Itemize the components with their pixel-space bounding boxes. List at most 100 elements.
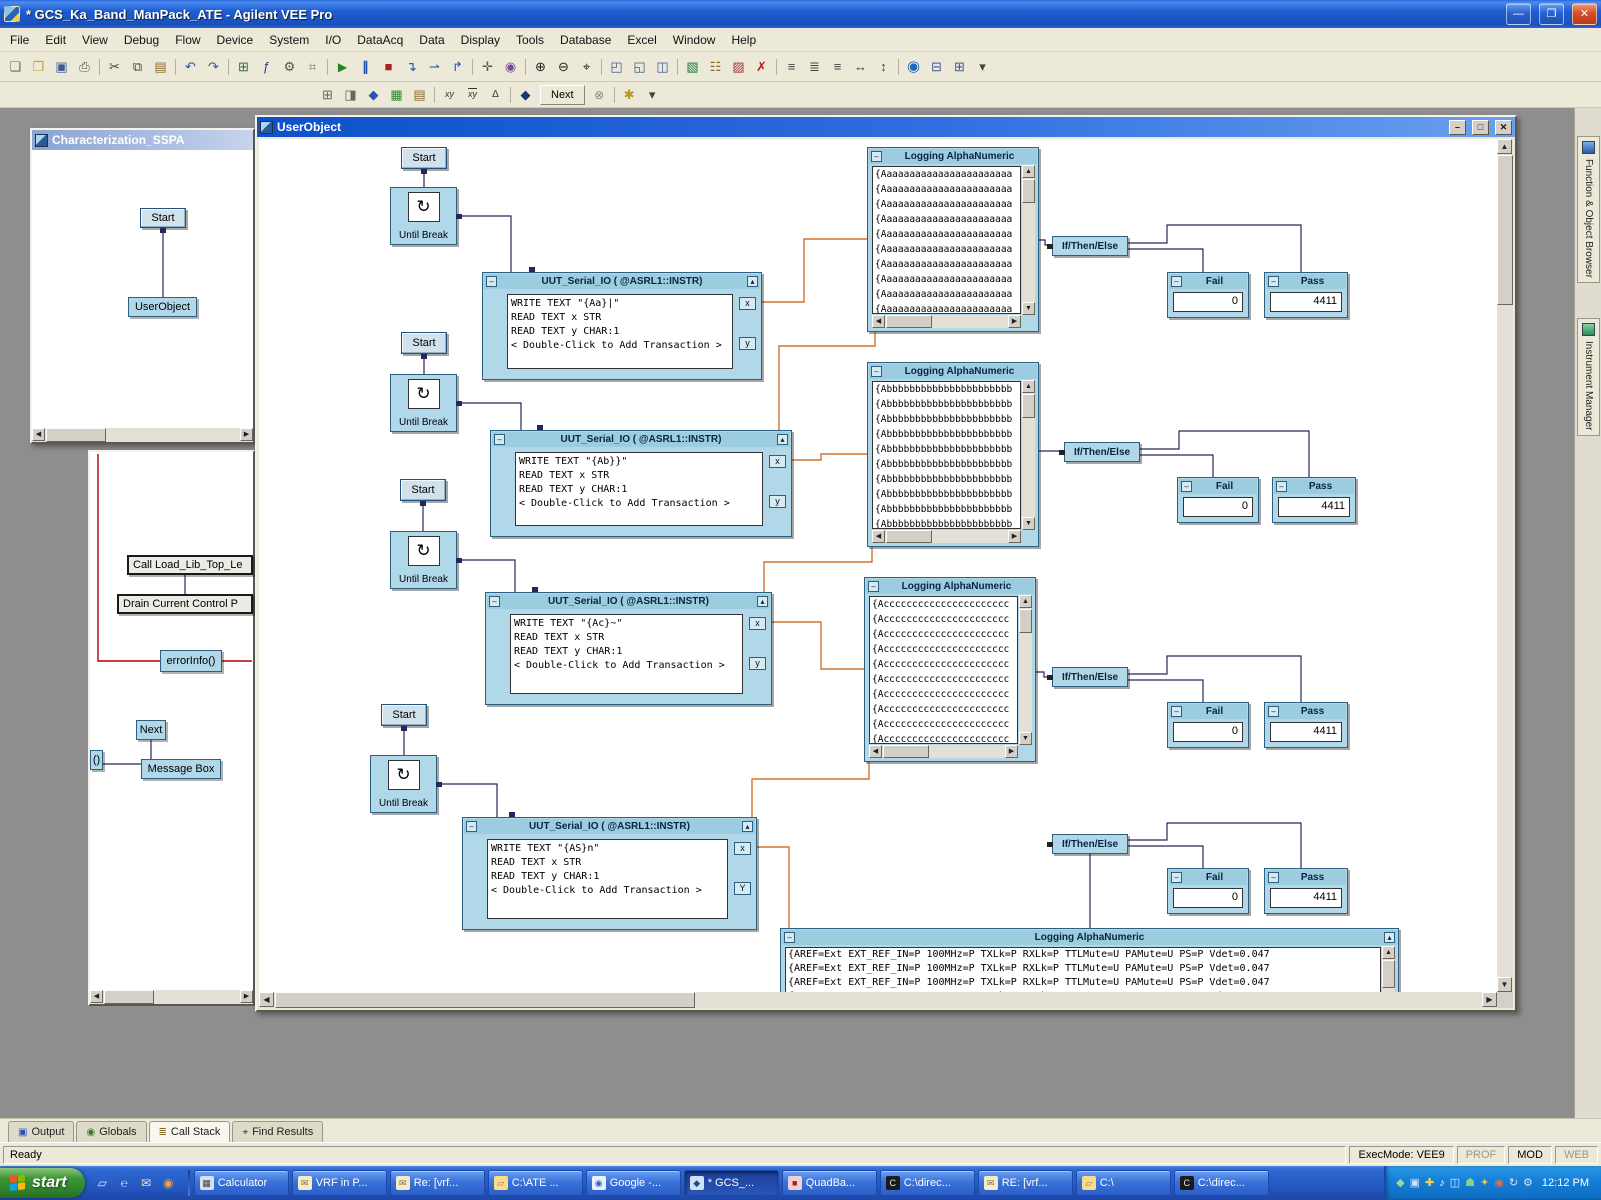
menu-item[interactable]: Excel [619,30,664,50]
display-settings-icon[interactable]: ▣ [1410,1178,1420,1189]
object-titlebar[interactable]: – Fail [1169,704,1247,719]
object-menu-icon[interactable]: ▴ [777,434,788,445]
zoom-out-icon[interactable]: ⊖ [552,56,575,78]
menu-item[interactable]: Device [209,30,262,50]
find-icon[interactable]: ⌖ [575,56,598,78]
execmode-indicator[interactable]: ExecMode: VEE9 [1349,1146,1453,1164]
start-object[interactable]: Start [140,208,186,228]
scroll-right-icon[interactable]: ▶ [1482,992,1497,1007]
start-button[interactable]: start [0,1168,85,1198]
uut-serial-io-block-3[interactable]: – UUT_Serial_IO ( @ASRL1::INSTR) ▴ WRITE… [485,592,772,705]
update-icon[interactable]: ✦ [1480,1178,1489,1189]
vertical-scrollbar[interactable]: ▲ ▼ [1022,380,1035,530]
scrollbar-thumb[interactable] [1022,179,1035,203]
fail-counter-object[interactable]: – Fail 0 [1167,272,1249,318]
tab-function-object-browser[interactable]: Function & Object Browser [1577,136,1600,283]
minimize-object-icon[interactable]: – [871,151,882,162]
transaction-line[interactable]: READ TEXT x STR [491,856,724,870]
scroll-left-icon[interactable]: ◀ [872,530,885,543]
logging-alphanumeric-object-2[interactable]: – Logging AlphaNumeric {Abbbbbbbbbbbbbbb… [867,362,1039,547]
align-right-icon[interactable]: ≡ [826,56,849,78]
logging-alphanumeric-object-4[interactable]: – Logging AlphaNumeric ▴ {AREF=Ext EXT_R… [780,928,1399,992]
transaction-list[interactable]: WRITE TEXT "{Ab}}"READ TEXT x STRREAD TE… [515,452,763,526]
scroll-up-icon[interactable]: ▲ [1022,380,1035,393]
object-menu-icon[interactable]: ▴ [1384,932,1395,943]
zoom-in-icon[interactable]: ⊕ [529,56,552,78]
pass-counter-object[interactable]: – Pass 4411 [1264,272,1348,318]
minimize-object-icon[interactable]: – [489,596,500,607]
create-userfunction-icon[interactable]: ƒ [255,56,278,78]
menu-item[interactable]: DataAcq [349,30,411,50]
window-close-button[interactable]: ✕ [1572,3,1597,25]
detail-view-icon[interactable]: ◫ [651,56,674,78]
output-terminal-x[interactable]: x [769,455,786,468]
create-userobject-icon[interactable]: ⊞ [232,56,255,78]
transaction-line[interactable]: READ TEXT y CHAR:1 [519,483,759,497]
toolbar-more-icon[interactable]: ▾ [971,56,994,78]
child-minimize-button[interactable]: – [1449,120,1466,135]
transaction-line[interactable]: READ TEXT x STR [514,631,739,645]
object-titlebar[interactable]: – Pass [1274,479,1354,494]
secured-run-icon[interactable]: ✱ [618,84,641,106]
if-then-else-object[interactable]: If/Then/Else [1064,442,1140,462]
scroll-left-icon[interactable]: ◀ [90,990,103,1003]
safely-remove-icon[interactable]: ◆ [1396,1178,1404,1189]
ie-icon[interactable]: ℮ [115,1174,134,1193]
taskbar-clock[interactable]: 12:12 PM [1542,1177,1589,1189]
object-titlebar[interactable]: – Fail [1169,274,1247,289]
database-icon[interactable]: ☷ [704,56,727,78]
menu-item[interactable]: Help [723,30,764,50]
child-maximize-button[interactable]: □ [1472,120,1489,135]
scrollbar-thumb[interactable] [883,745,929,758]
minimize-object-icon[interactable]: – [486,276,497,287]
menu-item[interactable]: File [2,30,37,50]
volume-icon[interactable]: ♪ [1439,1178,1445,1189]
horizontal-scrollbar[interactable]: ◀ ▶ [872,530,1021,543]
minimize-object-icon[interactable]: – [1181,481,1192,492]
horizontal-scrollbar[interactable]: ◀ ▶ [259,992,1497,1008]
network-icon[interactable]: ◫ [1450,1178,1460,1189]
tab-output[interactable]: ▣ Output [8,1121,74,1142]
output-terminal-x[interactable]: x [749,617,766,630]
paste-icon[interactable]: ▤ [149,56,172,78]
object-titlebar[interactable]: – UUT_Serial_IO ( @ASRL1::INSTR) ▴ [464,819,755,834]
taskbar-button-google[interactable]: ◉ Google -... [586,1170,681,1196]
delete-icon[interactable]: ✗ [750,56,773,78]
transaction-line[interactable]: WRITE TEXT "{AS}n" [491,842,724,856]
start-object[interactable]: Start [401,332,447,354]
vertical-scrollbar[interactable]: ▲ ▼ [1019,595,1032,745]
taskbar-button-quadba[interactable]: ■ QuadBa... [782,1170,877,1196]
until-break-object[interactable]: ↻ Until Break [390,187,457,245]
watch-window-icon[interactable]: ▦ [385,84,408,106]
errorinfo-block[interactable]: errorInfo() [160,650,222,672]
cut-icon[interactable]: ✂ [103,56,126,78]
line-probe-icon[interactable]: ◉ [499,56,522,78]
scroll-right-icon[interactable]: ▶ [1008,530,1021,543]
distribute-vertical-icon[interactable]: ↕ [872,56,895,78]
settings-icon[interactable]: ⚙ [1523,1178,1533,1189]
taskbar-button-re-vrf2[interactable]: ✉ RE: [vrf... [978,1170,1073,1196]
scroll-down-icon[interactable]: ▼ [1022,302,1035,315]
minimize-object-icon[interactable]: – [1171,706,1182,717]
scroll-down-icon[interactable]: ▼ [1022,517,1035,530]
profiler-icon[interactable]: ⊞ [316,84,339,106]
object-titlebar[interactable]: – Logging AlphaNumeric ▴ [782,930,1397,945]
uut-serial-io-block-4[interactable]: – UUT_Serial_IO ( @ASRL1::INSTR) ▴ WRITE… [462,817,757,930]
drain-current-control-block[interactable]: Drain Current Control P [117,594,253,614]
pass-counter-object[interactable]: – Pass 4411 [1264,702,1348,748]
tab-find-results[interactable]: ⌖ Find Results [232,1121,323,1142]
menu-item[interactable]: Flow [167,30,208,50]
menu-item[interactable]: I/O [317,30,349,50]
scroll-down-icon[interactable]: ▼ [1497,977,1512,992]
object-titlebar[interactable]: – Pass [1266,870,1346,885]
vee-pro-logo-icon[interactable] [4,6,20,22]
minimize-object-icon[interactable]: – [1268,276,1279,287]
taskbar-button-ate-folder[interactable]: ▱ C:\ATE ... [488,1170,583,1196]
show-xy-terminals-icon[interactable]: xy [438,84,461,106]
minimize-object-icon[interactable]: – [1171,276,1182,287]
menu-item[interactable]: Edit [37,30,74,50]
start-object[interactable]: Start [381,704,427,726]
undo-icon[interactable]: ↶ [179,56,202,78]
fail-counter-object[interactable]: – Fail 0 [1167,868,1249,914]
transaction-line[interactable]: WRITE TEXT "{Ab}}" [519,455,759,469]
